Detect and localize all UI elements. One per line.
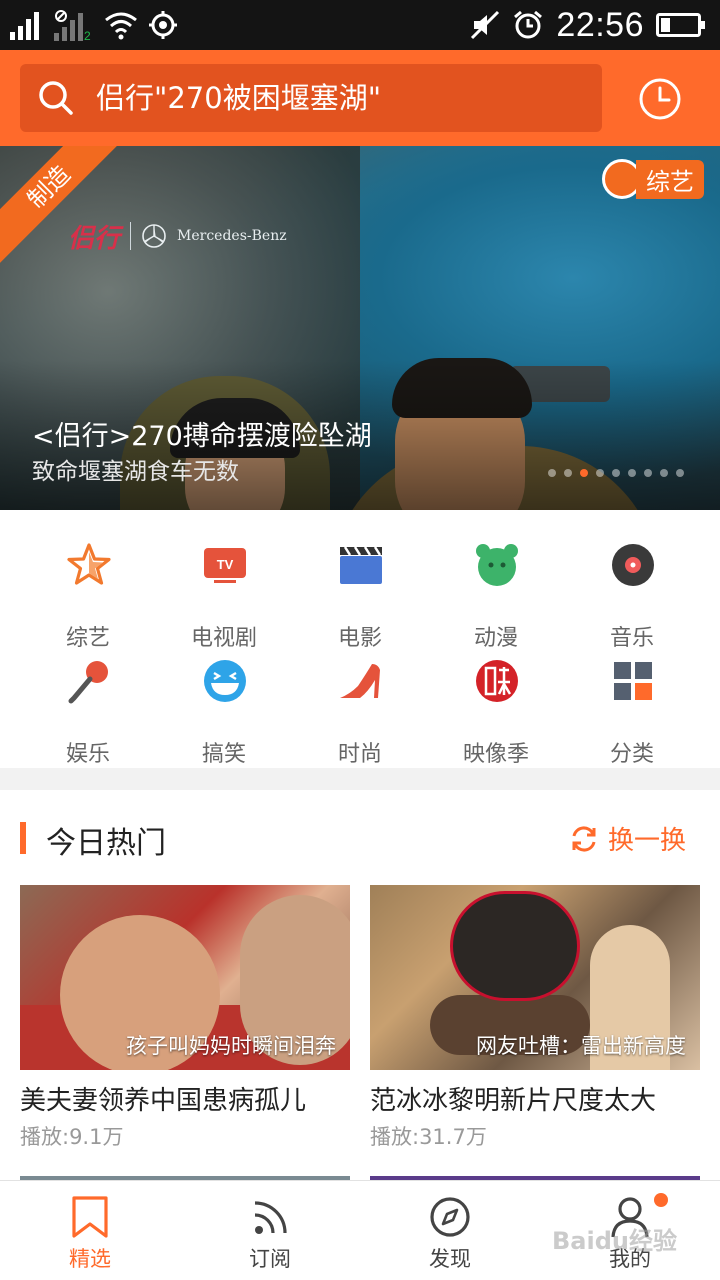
ying-logo-icon [476,660,518,702]
category-movie[interactable]: 电影 [292,542,428,652]
cartoon-face-icon [476,544,518,586]
category-label: 娱乐 [65,742,110,767]
category-label: 映像季 [462,742,529,767]
nav-subscribe[interactable]: 订阅 [180,1181,360,1280]
category-grid: 综艺 TV 电视剧 电影 动漫 音乐 娱乐 搞笑 时尚 映像季 分类 [0,510,720,768]
play-count: 播放:9.1万 [20,1125,124,1149]
logo-divider [130,222,132,250]
category-label: 电视剧 [190,626,257,651]
alarm-icon [514,10,543,39]
category-tag: 综艺 [602,159,704,199]
video-title[interactable]: 范冰冰黎明新片尺度太大 [370,1080,700,1117]
nav-label: 精选 [69,1247,111,1271]
category-label: 搞笑 [201,742,246,767]
play-count: 播放:31.7万 [370,1125,487,1149]
sim2-label: 2 [84,29,91,41]
category-label: 音乐 [609,626,654,651]
video-thumbnail[interactable]: 网友吐槽：雷出新高度 [370,885,700,1070]
banner-subtitle: 致命堰塞湖食车无数 [32,459,239,485]
laughing-face-icon [204,660,246,702]
refresh-label: 换一换 [607,826,686,856]
sponsor-name: Mercedes-Benz [177,228,287,244]
category-label: 动漫 [473,626,518,651]
wifi-icon [105,12,137,40]
show-logo: 侣行 [68,223,121,254]
category-music[interactable]: 音乐 [564,542,700,652]
nav-featured[interactable]: 精选 [0,1181,180,1280]
watermark: Baidu经验 [552,1227,677,1255]
mute-icon [471,10,500,40]
search-icon [39,81,73,115]
nav-discover[interactable]: 发现 [360,1181,540,1280]
section-title: 今日热门 [46,826,166,861]
svg-text:TV: TV [217,557,234,572]
bottom-navigation: 精选 订阅 发现 我的 Baidu经验 [0,1180,720,1280]
thumb-shape [450,891,580,1001]
hot-today-section: 今日热门 换一换 孩子叫妈妈时瞬间泪奔 美夫妻领养中国患病孤儿 播放:9.1万 [0,790,720,1190]
category-yingxiangji[interactable]: 映像季 [428,658,564,768]
refresh-icon [572,825,596,852]
app-screen: 2 22:56 侣行"270被困堰塞湖" 制造 侣行 Mercedes-Benz… [0,0,720,1280]
video-title[interactable]: 美夫妻领养中国患病孤儿 [20,1080,350,1117]
carousel-dot[interactable] [676,469,684,477]
video-thumbnail[interactable]: 孩子叫妈妈时瞬间泪奔 [20,885,350,1070]
section-accent-bar [20,822,26,854]
category-entertainment[interactable]: 娱乐 [20,658,156,768]
tv-icon: TV [204,548,246,583]
video-card[interactable]: 孩子叫妈妈时瞬间泪奔 美夫妻领养中国患病孤儿 播放:9.1万 [20,885,350,1151]
compass-icon [430,1197,470,1237]
carousel-dot[interactable] [564,469,572,477]
nav-label: 发现 [429,1247,471,1271]
category-tv[interactable]: TV 电视剧 [156,542,292,652]
notification-dot [654,1193,668,1207]
carousel-dot[interactable] [548,469,556,477]
status-bar: 2 22:56 [0,0,720,50]
carousel-dot[interactable] [628,469,636,477]
category-fashion[interactable]: 时尚 [292,658,428,768]
category-label: 综艺 [65,626,110,651]
category-anime[interactable]: 动漫 [428,542,564,652]
thumbnail-caption: 孩子叫妈妈时瞬间泪奔 [126,1034,336,1058]
grid-icon [614,662,652,700]
carousel-indicator [548,469,684,477]
carousel-dot[interactable] [596,469,604,477]
history-clock-icon[interactable] [638,77,682,121]
signal-sim2-icon: 2 [54,10,91,41]
search-query-text: 侣行"270被困堰塞湖" [96,81,382,115]
nav-label: 订阅 [249,1247,291,1271]
refresh-button[interactable]: 换一换 [570,820,686,857]
search-bar[interactable]: 侣行"270被困堰塞湖" [20,64,602,132]
promo-banner[interactable]: 制造 侣行 Mercedes-Benz 综艺 <侣行>270搏命摆渡险坠湖 致命… [0,146,720,510]
high-heel-icon [340,664,380,698]
carousel-dot[interactable] [580,469,588,477]
category-all[interactable]: 分类 [564,658,700,768]
microphone-icon [68,661,108,704]
brand-logo: 侣行 Mercedes-Benz [68,218,287,254]
sync-icon [149,11,177,39]
clapperboard-icon [340,546,382,584]
category-label: 电影 [337,626,382,651]
carousel-dot[interactable] [612,469,620,477]
category-tag-label: 综艺 [636,159,704,199]
star-icon [67,543,111,585]
thumbnail-caption: 网友吐槽：雷出新高度 [476,1034,686,1058]
signal-sim1-icon [10,12,39,40]
banner-title: <侣行>270搏命摆渡险坠湖 [32,421,372,452]
category-zongyi[interactable]: 综艺 [20,542,156,652]
rss-icon [254,1201,287,1234]
video-card[interactable]: 网友吐槽：雷出新高度 范冰冰黎明新片尺度太大 播放:31.7万 [370,885,700,1151]
category-label: 分类 [609,742,654,767]
carousel-dot[interactable] [644,469,652,477]
vinyl-record-icon [612,544,654,586]
category-funny[interactable]: 搞笑 [156,658,292,768]
carousel-dot[interactable] [660,469,668,477]
top-header: 侣行"270被困堰塞湖" [0,50,720,146]
mercedes-star-icon [142,224,166,248]
battery-icon [656,13,705,37]
bookmark-icon [72,1196,108,1238]
category-label: 时尚 [337,742,382,767]
clock-time: 22:56 [556,5,644,44]
